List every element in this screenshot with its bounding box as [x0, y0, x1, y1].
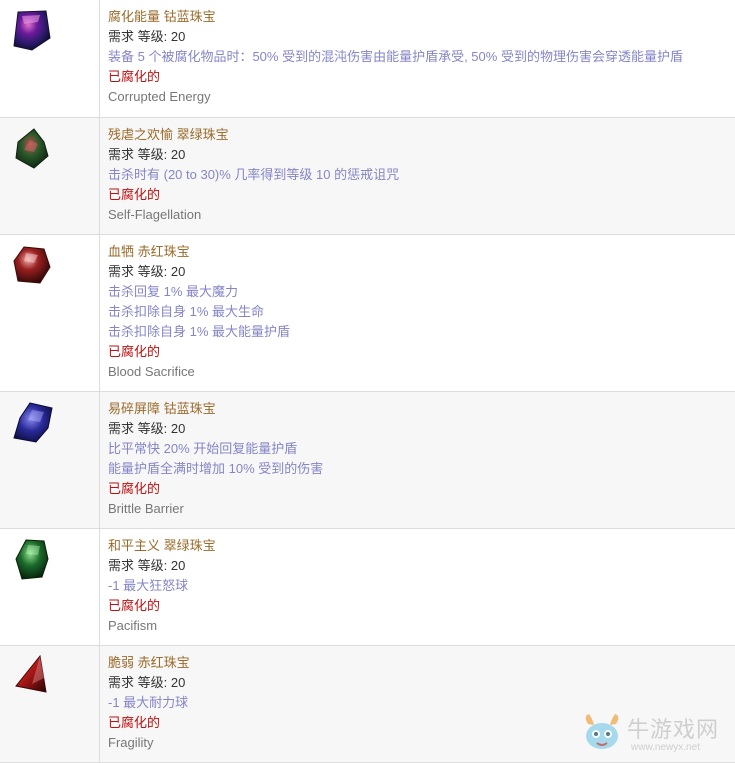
icon-cell	[0, 528, 100, 645]
crimson-jewel-icon	[10, 654, 54, 698]
item-info: 腐化能量 钴蓝珠宝 需求 等级: 20 装备 5 个被腐化物品时：50% 受到的…	[100, 0, 735, 117]
item-mod: 能量护盾全满时增加 10% 受到的伤害	[108, 459, 735, 479]
item-mod: 比平常快 20% 开始回复能量护盾	[108, 439, 735, 459]
item-english-name: Corrupted Energy	[108, 87, 735, 107]
item-info: 易碎屏障 钴蓝珠宝 需求 等级: 20 比平常快 20% 开始回复能量护盾 能量…	[100, 391, 735, 528]
watermark-url: www.newyx.net	[631, 742, 700, 753]
icon-cell	[0, 234, 100, 391]
corrupted-label: 已腐化的	[108, 67, 735, 87]
table-row: 易碎屏障 钴蓝珠宝 需求 等级: 20 比平常快 20% 开始回复能量护盾 能量…	[0, 391, 735, 528]
icon-cell	[0, 117, 100, 234]
item-requirement: 需求 等级: 20	[108, 419, 735, 439]
item-english-name: Blood Sacrifice	[108, 362, 735, 382]
item-mod: -1 最大狂怒球	[108, 576, 735, 596]
item-mod: 击杀时有 (20 to 30)% 几率得到等级 10 的惩戒诅咒	[108, 165, 735, 185]
table-row: 血牺 赤红珠宝 需求 等级: 20 击杀回复 1% 最大魔力 击杀扣除自身 1%…	[0, 234, 735, 391]
jewel-table: 腐化能量 钴蓝珠宝 需求 等级: 20 装备 5 个被腐化物品时：50% 受到的…	[0, 0, 735, 763]
item-info: 残虐之欢愉 翠绿珠宝 需求 等级: 20 击杀时有 (20 to 30)% 几率…	[100, 117, 735, 234]
item-english-name: Pacifism	[108, 616, 735, 636]
corrupted-label: 已腐化的	[108, 479, 735, 499]
crimson-jewel-icon	[10, 243, 54, 287]
item-title: 脆弱 赤红珠宝	[108, 653, 735, 673]
table-row: 腐化能量 钴蓝珠宝 需求 等级: 20 装备 5 个被腐化物品时：50% 受到的…	[0, 0, 735, 117]
table-row: 残虐之欢愉 翠绿珠宝 需求 等级: 20 击杀时有 (20 to 30)% 几率…	[0, 117, 735, 234]
item-requirement: 需求 等级: 20	[108, 27, 735, 47]
item-mod: 击杀回复 1% 最大魔力	[108, 282, 735, 302]
item-mod: 击杀扣除自身 1% 最大生命	[108, 302, 735, 322]
item-requirement: 需求 等级: 20	[108, 145, 735, 165]
item-english-name: Brittle Barrier	[108, 499, 735, 519]
viridian-jewel-icon	[10, 537, 54, 581]
icon-cell	[0, 0, 100, 117]
item-mod: 装备 5 个被腐化物品时：50% 受到的混沌伤害由能量护盾承受, 50% 受到的…	[108, 47, 735, 67]
item-requirement: 需求 等级: 20	[108, 262, 735, 282]
watermark-name: 牛游戏网	[627, 712, 719, 744]
table-row: 和平主义 翠绿珠宝 需求 等级: 20 -1 最大狂怒球 已腐化的 Pacifi…	[0, 528, 735, 645]
item-title: 腐化能量 钴蓝珠宝	[108, 7, 735, 27]
site-mascot-logo	[579, 710, 625, 756]
item-info: 和平主义 翠绿珠宝 需求 等级: 20 -1 最大狂怒球 已腐化的 Pacifi…	[100, 528, 735, 645]
corrupted-label: 已腐化的	[108, 596, 735, 616]
item-title: 易碎屏障 钴蓝珠宝	[108, 399, 735, 419]
viridian-jewel-icon	[10, 126, 54, 170]
item-title: 和平主义 翠绿珠宝	[108, 536, 735, 556]
corrupted-label: 已腐化的	[108, 185, 735, 205]
icon-cell	[0, 391, 100, 528]
item-english-name: Self-Flagellation	[108, 205, 735, 225]
cobalt-jewel-icon	[10, 400, 54, 444]
icon-cell	[0, 645, 100, 762]
item-info: 血牺 赤红珠宝 需求 等级: 20 击杀回复 1% 最大魔力 击杀扣除自身 1%…	[100, 234, 735, 391]
item-requirement: 需求 等级: 20	[108, 673, 735, 693]
corrupted-label: 已腐化的	[108, 342, 735, 362]
item-requirement: 需求 等级: 20	[108, 556, 735, 576]
item-title: 残虐之欢愉 翠绿珠宝	[108, 125, 735, 145]
item-mod: 击杀扣除自身 1% 最大能量护盾	[108, 322, 735, 342]
cobalt-jewel-icon	[10, 8, 54, 52]
site-watermark: 牛游戏网 www.newyx.net	[579, 710, 729, 760]
item-title: 血牺 赤红珠宝	[108, 242, 735, 262]
